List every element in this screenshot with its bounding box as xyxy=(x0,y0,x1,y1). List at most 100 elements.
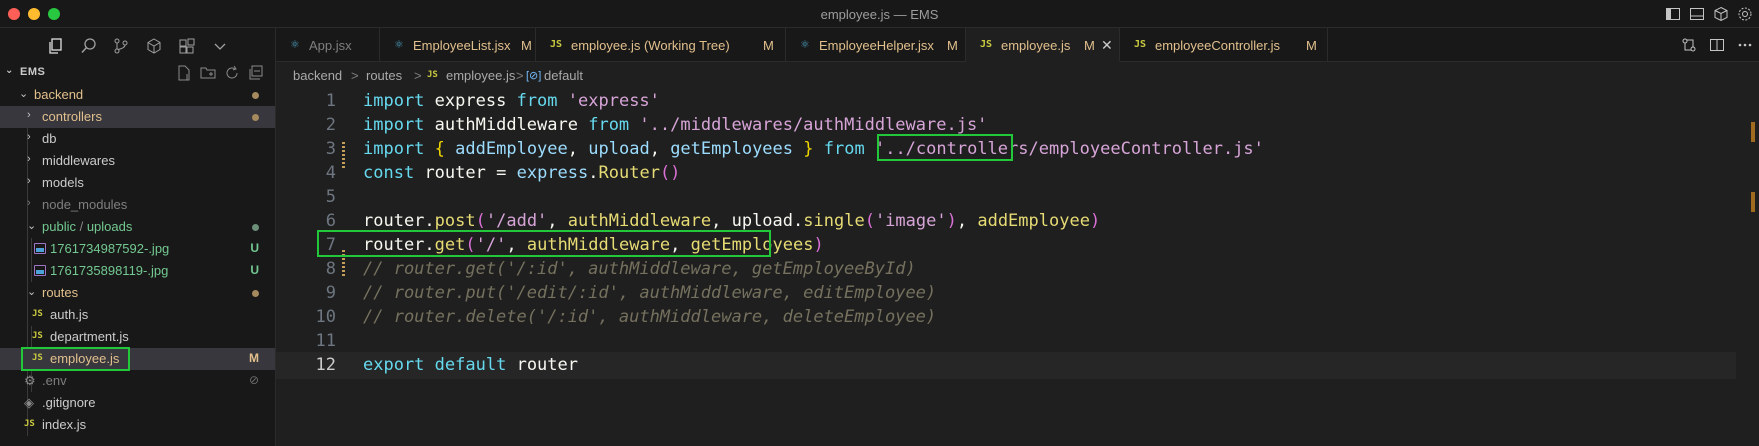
tree-file-employee-js[interactable]: JS employee.js M xyxy=(0,347,275,371)
modified-dot-indicator xyxy=(252,114,259,121)
code-text: // router.delete('/:id', authMiddleware,… xyxy=(363,307,937,327)
explorer-files-icon[interactable] xyxy=(47,37,65,55)
react-icon: ⚛ xyxy=(291,37,299,52)
compare-changes-icon[interactable] xyxy=(1681,37,1697,53)
code-line[interactable]: 4 const router = express.Router() xyxy=(276,160,1736,187)
chevron-down-icon: ⌄ xyxy=(27,286,37,298)
window-title: employee.js — EMS xyxy=(820,7,939,22)
tree-file-auth-js[interactable]: JS auth.js xyxy=(0,304,275,326)
tree-folder-controllers[interactable]: › controllers xyxy=(0,106,275,128)
breadcrumb-item[interactable]: default xyxy=(544,68,583,83)
line-number: 5 xyxy=(325,187,336,207)
file-tree: ⌄ backend › controllers › db › middlewar… xyxy=(0,84,275,436)
chevron-down-icon: ⌄ xyxy=(5,65,14,76)
more-views-chevron-icon[interactable] xyxy=(211,37,229,55)
tree-folder-node-modules[interactable]: › node_modules xyxy=(0,194,275,216)
code-line[interactable]: 1 import express from 'express' xyxy=(276,88,1736,115)
chevron-right-icon: › xyxy=(27,175,31,187)
tree-file-env[interactable]: ⚙ .env ⊘ xyxy=(0,370,275,392)
ignored-badge: ⊘ xyxy=(248,373,259,387)
extensions-icon[interactable] xyxy=(178,37,196,55)
line-number: 3 xyxy=(325,139,336,159)
js-file-icon: JS xyxy=(24,419,35,429)
code-text: import { addEmployee, upload, getEmploye… xyxy=(363,139,1264,159)
new-file-icon[interactable] xyxy=(175,64,193,82)
breadcrumb-item[interactable]: backend xyxy=(293,68,342,83)
line-number: 10 xyxy=(315,307,336,327)
code-text: // router.put('/edit/:id', authMiddlewar… xyxy=(363,283,937,303)
breadcrumb-item[interactable]: employee.js xyxy=(446,68,515,83)
js-icon: JS xyxy=(980,39,993,50)
untracked-dot-indicator xyxy=(252,224,259,231)
annotation-highlight-box xyxy=(317,230,771,257)
close-tab-icon[interactable]: ✕ xyxy=(1101,37,1113,54)
tree-file-image-2[interactable]: 1761735898119-.jpg U xyxy=(0,260,275,282)
symbol-variable-icon: [⊘] xyxy=(526,70,542,82)
search-icon[interactable] xyxy=(80,37,98,55)
refresh-icon[interactable] xyxy=(223,64,241,82)
explorer-section-header[interactable]: ⌄ EMS xyxy=(0,62,275,84)
tree-folder-middlewares[interactable]: › middlewares xyxy=(0,150,275,172)
modified-dot-indicator xyxy=(252,92,259,99)
modified-badge: M xyxy=(249,351,259,365)
code-line[interactable]: 8 // router.get('/:id', authMiddleware, … xyxy=(276,256,1736,283)
untracked-badge: U xyxy=(250,263,259,277)
react-icon: ⚛ xyxy=(801,37,809,52)
editor-tab-bar: ⚛ App.jsx ⚛ EmployeeList.jsx M JS employ… xyxy=(276,28,1759,62)
line-number: 12 xyxy=(315,355,336,375)
tab-employeehelper-jsx[interactable]: ⚛ EmployeeHelper.jsx M xyxy=(786,28,966,62)
line-number: 4 xyxy=(325,163,336,183)
tree-folder-db[interactable]: › db xyxy=(0,128,275,150)
tab-employee-js-working-tree[interactable]: JS employee.js (Working Tree) M xyxy=(536,28,786,62)
git-file-icon: ◈ xyxy=(24,395,34,410)
line-number: 9 xyxy=(325,283,336,303)
code-line[interactable]: 9 // router.put('/edit/:id', authMiddlew… xyxy=(276,280,1736,307)
toggle-panel-icon[interactable] xyxy=(1689,6,1705,22)
tree-folder-backend[interactable]: ⌄ backend xyxy=(0,84,275,106)
tree-folder-routes[interactable]: ⌄ routes xyxy=(0,282,275,304)
js-icon: JS xyxy=(1134,39,1147,50)
split-editor-icon[interactable] xyxy=(1709,37,1725,53)
code-line[interactable]: 7 router.get('/', authMiddleware, getEmp… xyxy=(276,230,1736,259)
image-file-icon xyxy=(34,265,46,276)
chevron-right-icon: › xyxy=(27,109,31,121)
tab-app-jsx[interactable]: ⚛ App.jsx xyxy=(276,28,380,62)
code-line-current[interactable]: 12 export default router xyxy=(276,352,1736,379)
source-control-icon[interactable] xyxy=(112,37,130,55)
code-text: // router.get('/:id', authMiddleware, ge… xyxy=(363,259,916,279)
line-number: 11 xyxy=(315,331,336,351)
code-text: import authMiddleware from '../middlewar… xyxy=(363,115,988,135)
react-icon: ⚛ xyxy=(395,37,403,52)
tab-employeecontroller-js[interactable]: JS employeeController.js M xyxy=(1120,28,1328,62)
tree-file-index-js[interactable]: JS index.js xyxy=(0,414,275,436)
tree-file-gitignore[interactable]: ◈ .gitignore xyxy=(0,392,275,414)
collapse-all-icon[interactable] xyxy=(247,64,265,82)
tree-file-image-1[interactable]: 1761734987592-.jpg U xyxy=(0,238,275,260)
code-editor[interactable]: 1 import express from 'express' 2 import… xyxy=(276,88,1759,446)
toggle-primary-sidebar-icon[interactable] xyxy=(1665,6,1681,22)
title-bar: employee.js — EMS xyxy=(0,0,1759,28)
code-line[interactable]: 10 // router.delete('/:id', authMiddlewa… xyxy=(276,304,1736,331)
code-line[interactable]: 11 xyxy=(276,328,1736,355)
settings-gear-icon[interactable] xyxy=(1737,6,1753,22)
tree-file-department-js[interactable]: JS department.js xyxy=(0,326,275,348)
workspace-name: EMS xyxy=(20,66,46,78)
line-number: 8 xyxy=(325,259,336,279)
breadcrumb-item[interactable]: routes xyxy=(366,68,402,83)
tab-employeelist-jsx[interactable]: ⚛ EmployeeList.jsx M xyxy=(380,28,536,62)
scrollbar-change-marker xyxy=(1751,122,1755,142)
code-line[interactable]: 5 xyxy=(276,184,1736,211)
code-text: const router = express.Router() xyxy=(363,163,681,183)
line-number: 2 xyxy=(325,115,336,135)
annotation-highlight-box xyxy=(877,134,1013,161)
more-actions-icon[interactable] xyxy=(1737,37,1753,53)
code-line[interactable]: 3 import { addEmployee, upload, getEmplo… xyxy=(276,134,1736,163)
code-text: import express from 'express' xyxy=(363,91,660,111)
chevron-right-icon: › xyxy=(27,131,31,143)
tree-folder-models[interactable]: › models xyxy=(0,172,275,194)
extensions-cube-icon[interactable] xyxy=(1713,6,1729,22)
tab-employee-js[interactable]: JS employee.js M ✕ xyxy=(966,28,1120,62)
run-debug-icon[interactable] xyxy=(145,37,163,55)
tree-folder-public-uploads[interactable]: ⌄ public / uploads xyxy=(0,216,275,238)
new-folder-icon[interactable] xyxy=(199,64,217,82)
